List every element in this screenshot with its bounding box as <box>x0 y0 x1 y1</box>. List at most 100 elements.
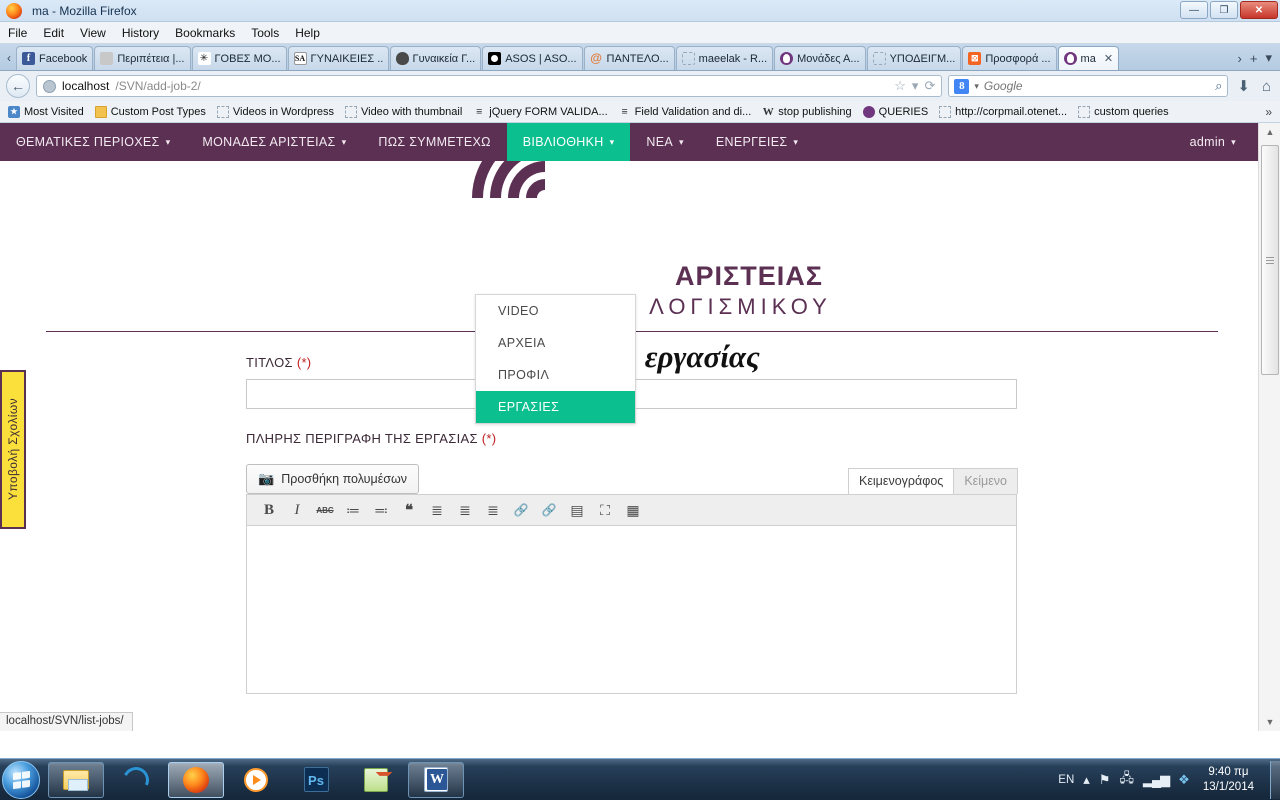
blockquote-icon[interactable]: ❝ <box>395 494 423 526</box>
browser-tab[interactable]: f Facebook <box>16 46 94 70</box>
bookmark-item[interactable]: QUERIES <box>859 105 933 119</box>
add-media-button[interactable]: 📷 Προσθήκη πολυμέσων <box>246 464 420 494</box>
tab-scroll-right-icon[interactable]: › <box>1238 51 1242 66</box>
bold-icon[interactable]: B <box>255 494 283 526</box>
align-right-icon[interactable]: ≣ <box>479 494 507 526</box>
menu-view[interactable]: View <box>80 26 106 40</box>
chevron-down-icon[interactable]: ▾ <box>912 78 919 94</box>
nav-item-admin[interactable]: admin ▾ <box>1174 123 1258 161</box>
browser-tab[interactable]: Γυναικεία Γ... <box>389 46 482 70</box>
nav-item-excellence-units[interactable]: ΜΟΝΑΔΕΣ ΑΡΙΣΤΕΙΑΣ ▾ <box>186 123 362 161</box>
toolbar-toggle-icon[interactable]: ▦ <box>619 494 647 526</box>
insert-link-icon[interactable]: 🔗 <box>507 494 535 526</box>
url-input[interactable]: localhost /SVN/add-job-2/ ☆ ▾ ⟳ <box>36 75 943 97</box>
italic-icon[interactable]: I <box>283 494 311 526</box>
taskbar-internet-explorer[interactable] <box>108 762 164 798</box>
google-icon[interactable]: 8 <box>954 78 970 94</box>
back-button[interactable]: ← <box>6 74 30 98</box>
network-icon[interactable]: 🖧 <box>1119 769 1134 791</box>
menu-file[interactable]: File <box>8 26 27 40</box>
bookmark-item[interactable]: W stop publishing <box>758 105 855 119</box>
signal-icon[interactable]: ▂▄▆ <box>1143 772 1170 788</box>
remove-link-icon[interactable]: 🔗 <box>535 494 563 526</box>
taskbar-photoshop[interactable]: Ps <box>288 762 344 798</box>
nav-item-thematic-areas[interactable]: ΘΕΜΑΤΙΚΕΣ ΠΕΡΙΟΧΕΣ ▾ <box>0 123 186 161</box>
search-input[interactable]: 8 ▾ Google ⌕ <box>948 75 1229 97</box>
browser-tab[interactable]: ⊠ Προσφορά ... <box>962 46 1057 70</box>
bookmark-item[interactable]: ≡ Field Validation and di... <box>615 105 756 119</box>
scroll-up-icon[interactable]: ▲ <box>1259 123 1280 141</box>
bookmark-item[interactable]: ≡ jQuery FORM VALIDA... <box>469 105 611 119</box>
bookmark-item[interactable]: http://corpmail.otenet... <box>935 105 1071 119</box>
nav-item-library[interactable]: ΒΙΒΛΙΟΘΗΚΗ ▾ <box>506 123 631 161</box>
language-indicator[interactable]: EN <box>1058 774 1074 786</box>
bulleted-list-icon[interactable]: ≔ <box>339 494 367 526</box>
bookmark-item[interactable]: custom queries <box>1074 105 1173 119</box>
feedback-tab[interactable]: Υποβολή Σχολίων <box>0 370 26 529</box>
tab-visual-editor[interactable]: Κειμενογράφος <box>847 468 955 494</box>
browser-tab[interactable]: ΥΠΟΔΕΙΓΜ... <box>866 46 962 70</box>
bookmark-item[interactable]: Videos in Wordpress <box>213 105 338 119</box>
close-tab-icon[interactable]: ✕ <box>1100 52 1113 65</box>
action-center-icon[interactable]: ⚑ <box>1099 772 1111 788</box>
read-more-icon[interactable]: ▤ <box>563 494 591 526</box>
maximize-button[interactable]: ❐ <box>1210 1 1238 19</box>
menu-tools[interactable]: Tools <box>251 26 279 40</box>
menu-help[interactable]: Help <box>295 26 320 40</box>
nav-item-how-to-participate[interactable]: ΠΩΣ ΣΥΜΜΕΤΕΧΩ <box>362 123 506 161</box>
page-scrollbar[interactable]: ▲ ▼ <box>1258 123 1280 731</box>
dropbox-icon[interactable]: ❖ <box>1178 772 1190 788</box>
menu-history[interactable]: History <box>122 26 159 40</box>
reload-icon[interactable]: ⟳ <box>924 78 935 94</box>
browser-tab[interactable]: @ ΠΑΝΤΕΛΟ... <box>583 46 675 70</box>
dropdown-item-profile[interactable]: ΠΡΟΦΙΛ <box>476 359 635 391</box>
nav-item-actions[interactable]: ΕΝΕΡΓΕΙΕΣ ▾ <box>700 123 814 161</box>
bookmark-item[interactable]: Video with thumbnail <box>341 105 466 119</box>
taskbar-firefox[interactable] <box>168 761 224 798</box>
bookmark-item[interactable]: ★ Most Visited <box>4 105 88 119</box>
browser-tab[interactable]: Μονάδες Α... <box>774 46 866 70</box>
taskbar-microsoft-word[interactable] <box>408 761 464 798</box>
bookmark-star-icon[interactable]: ☆ <box>894 78 906 94</box>
tab-text-editor[interactable]: Κείμενο <box>953 468 1018 494</box>
editor-content-area[interactable] <box>246 526 1017 694</box>
dropdown-item-files[interactable]: ΑΡΧΕΙΑ <box>476 327 635 359</box>
bookmark-item[interactable]: Custom Post Types <box>91 105 210 119</box>
align-center-icon[interactable]: ≣ <box>451 494 479 526</box>
nav-item-news[interactable]: ΝΕΑ ▾ <box>630 123 699 161</box>
taskbar-windows-explorer[interactable] <box>48 761 104 798</box>
browser-tab[interactable]: Περιπέτεια |... <box>94 46 191 70</box>
browser-tab[interactable]: maeelak - R... <box>675 46 774 70</box>
downloads-icon[interactable]: ⬇ <box>1234 77 1253 95</box>
dropdown-item-jobs[interactable]: ΕΡΓΑΣΙΕΣ <box>476 391 635 423</box>
clock[interactable]: 9:40 πμ 13/1/2014 <box>1199 765 1258 794</box>
align-left-icon[interactable]: ≣ <box>423 494 451 526</box>
browser-tab[interactable]: ✳ ΓΟΒΕΣ ΜΟ... <box>191 46 287 70</box>
menu-bookmarks[interactable]: Bookmarks <box>175 26 235 40</box>
home-icon[interactable]: ⌂ <box>1259 78 1274 95</box>
show-hidden-icons-icon[interactable]: ▴ <box>1083 772 1090 788</box>
chevron-down-icon[interactable]: ▾ <box>974 81 979 92</box>
search-icon[interactable]: ⌕ <box>1215 78 1222 94</box>
start-button[interactable] <box>2 760 40 799</box>
close-button[interactable]: ✕ <box>1240 1 1278 19</box>
taskbar-notepad-plus-plus[interactable] <box>348 762 404 798</box>
strikethrough-icon[interactable]: ABC <box>311 494 339 526</box>
taskbar-windows-media-player[interactable] <box>228 762 284 798</box>
scroll-down-icon[interactable]: ▼ <box>1259 713 1280 731</box>
numbered-list-icon[interactable]: ≕ <box>367 494 395 526</box>
browser-tab[interactable]: ASOS | ASO... <box>482 46 583 70</box>
scrollbar-thumb[interactable] <box>1261 145 1279 375</box>
menu-edit[interactable]: Edit <box>43 26 64 40</box>
list-all-tabs-icon[interactable]: ▾ <box>1265 50 1272 66</box>
browser-tab[interactable]: SA ΓΥΝΑΙΚΕΙΕΣ ... <box>287 46 389 70</box>
tab-label: ma <box>1080 52 1096 65</box>
tab-scroll-left-icon[interactable]: ‹ <box>2 51 16 70</box>
minimize-button[interactable]: — <box>1180 1 1208 19</box>
show-desktop-button[interactable] <box>1270 760 1280 799</box>
dropdown-item-video[interactable]: VIDEO <box>476 295 635 327</box>
fullscreen-icon[interactable]: ⛶ <box>591 494 619 526</box>
browser-tab-active[interactable]: ma ✕ <box>1057 46 1120 70</box>
bookmarks-overflow-icon[interactable]: » <box>1265 105 1276 119</box>
new-tab-button[interactable]: + <box>1250 51 1258 66</box>
